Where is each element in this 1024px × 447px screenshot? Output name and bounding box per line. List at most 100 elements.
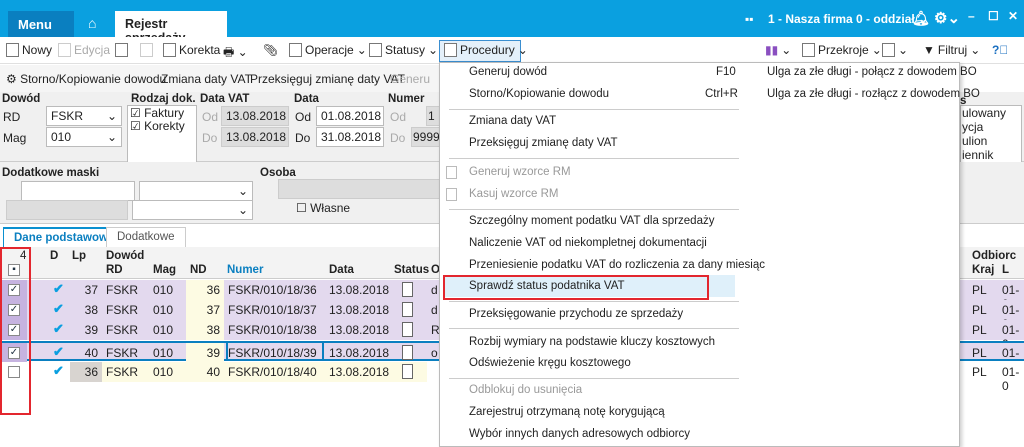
mask-input[interactable]	[21, 181, 135, 201]
repost-vat-date-button[interactable]: Przeksięguj zmianę daty VAT	[250, 72, 405, 86]
menu-item-wybo-r-innych-danych-adresowych-odbiorcy[interactable]: Wybór innych danych adresowych odbiorcy	[469, 428, 690, 440]
edit-button[interactable]: Edycja	[58, 43, 110, 57]
shortcut-label: Ctrl+R	[705, 88, 738, 100]
statuses-button[interactable]: Statusy ⌄	[369, 43, 438, 57]
new-button[interactable]: Nowy	[6, 43, 52, 57]
date-from-input[interactable]: 01.08.2018	[316, 106, 384, 126]
vat-from-input[interactable]: 13.08.2018	[221, 106, 289, 126]
cell-o: d	[431, 283, 438, 297]
col-group-recipient: Odbiorc	[972, 250, 1017, 262]
col-nd[interactable]: ND	[190, 264, 207, 276]
menu-item-zarejestruj-otrzymana-note-koryguja-ca[interactable]: Zarejestruj otrzymaną notę korygującą	[469, 406, 665, 418]
home-icon[interactable]: ⌂	[88, 15, 96, 31]
edit-icon	[58, 43, 71, 57]
col-numer[interactable]: Numer	[227, 264, 263, 276]
document-status-icon[interactable]	[402, 364, 413, 379]
document-status-icon[interactable]	[402, 345, 413, 360]
chart-button[interactable]: ▮▮ ⌄	[765, 43, 791, 57]
invoices-checkbox[interactable]: ☑ Faktury	[130, 106, 184, 120]
cell-numer: FSKR/010/18/40	[228, 365, 317, 379]
maximize-icon[interactable]: ☐	[988, 9, 999, 23]
menu-item-odblokuj-do-usunie-cia[interactable]: Odblokuj do usunięcia	[469, 384, 582, 396]
sections-button[interactable]: Przekroje ⌄	[802, 43, 882, 57]
procedures-button-content[interactable]: Procedury ⌄	[444, 43, 528, 57]
mag-select[interactable]: 010 ⌄	[46, 127, 122, 147]
document-status-icon[interactable]	[402, 282, 413, 297]
filter-label: Filtruj	[937, 43, 968, 57]
col-l[interactable]: L	[1002, 264, 1009, 276]
rd-label: RD	[3, 110, 21, 124]
company-selector[interactable]: 1 - Nasza firma 0 - oddział ⌄	[768, 12, 928, 26]
menu-item-przeksie-gowanie-przychodu-ze-sprzedaz-y[interactable]: Przeksięgowanie przychodu ze sprzedaży	[469, 308, 683, 320]
menu-item-przeksie-guj-zmiane-daty-vat[interactable]: Przeksięguj zmianę daty VAT	[469, 137, 618, 149]
menu-button[interactable]: Menu ⌄	[8, 11, 74, 47]
delete-button[interactable]	[140, 43, 153, 57]
document-status-icon[interactable]	[402, 302, 413, 317]
corrections-checkbox[interactable]: ☑ Korekty	[130, 119, 185, 133]
print-button[interactable]: 🖶 ⌄	[223, 43, 248, 64]
menu-item-ods-wiez-enie-kre-gu-kosztowego[interactable]: Odświeżenie kręgu kosztowego	[469, 357, 631, 369]
tab-sales-register[interactable]: Rejestr sprzedaży	[115, 11, 227, 45]
menu-item-szczego-lny-moment-podatku-vat-dla-sprzedaz-y[interactable]: Szczególny moment podatku VAT dla sprzed…	[469, 215, 714, 227]
menu-item-generuj-dowo-d[interactable]: Generuj dowód	[469, 66, 547, 78]
preview-button[interactable]	[115, 43, 128, 57]
menu-item-kasuj-wzorce-rm[interactable]: Kasuj wzorce RM	[469, 188, 558, 200]
vat-date-button[interactable]: Zmiana daty VAT	[161, 72, 252, 86]
generate-button[interactable]: Generu	[390, 72, 430, 86]
date-to-input[interactable]: 31.08.2018	[316, 127, 384, 147]
number-to-input[interactable]: 9999	[411, 127, 440, 147]
mask-select-2[interactable]: ⌄	[132, 200, 253, 220]
menu-item-zmiana-daty-vat[interactable]: Zmiana daty VAT	[469, 115, 556, 127]
preview-icon	[115, 43, 128, 57]
menu-item-bad-debt-unlink[interactable]: Ulga za złe długi - rozłącz z dowodem BO	[767, 88, 980, 100]
tab-additional[interactable]: Dodatkowe	[106, 227, 186, 247]
minimize-icon[interactable]: –	[968, 9, 975, 23]
col-kraj[interactable]: Kraj	[972, 264, 994, 276]
vat-to-input[interactable]: 13.08.2018	[221, 127, 289, 147]
apps-icon[interactable]: ▪▪	[745, 12, 754, 26]
document-status-icon[interactable]	[402, 322, 413, 337]
annotation-box	[443, 275, 709, 300]
status-item[interactable]: ycja	[962, 120, 1021, 134]
correction-button[interactable]: Korekta	[163, 43, 220, 57]
person-label: Osoba	[260, 167, 296, 179]
menu-item-bad-debt-link[interactable]: Ulga za złe długi - połącz z dowodem BO	[767, 66, 977, 78]
rd-select[interactable]: FSKR ⌄	[46, 106, 122, 126]
correction-label: Korekta	[179, 43, 221, 57]
menu-item-generuj-wzorce-rm[interactable]: Generuj wzorce RM	[469, 166, 571, 178]
col-lp[interactable]: Lp	[72, 250, 86, 262]
menu-item-storno-kopiowanie-dowodu[interactable]: Storno/Kopiowanie dowodu	[469, 88, 609, 100]
mask-select[interactable]: ⌄	[139, 181, 253, 201]
date-to-label: Do	[295, 131, 311, 145]
gear-icon[interactable]: ⚙⌄	[934, 9, 960, 27]
menu-item-naliczenie-vat-od-niekompletnej-dokumentacji[interactable]: Naliczenie VAT od niekompletnej dokument…	[469, 237, 707, 249]
status-item[interactable]: ulowany	[962, 106, 1021, 120]
col-mag[interactable]: Mag	[153, 264, 176, 276]
sections-icon	[802, 43, 815, 57]
col-data[interactable]: Data	[329, 264, 354, 276]
status-item[interactable]: ulion	[962, 134, 1021, 148]
operations-button[interactable]: Operacje ⌄	[289, 43, 367, 57]
menu-separator	[449, 158, 739, 159]
number-from-label: Od	[390, 110, 407, 124]
number-from-input[interactable]: 1	[426, 106, 440, 126]
storno-button[interactable]: ⚙ Storno/Kopiowanie dowodu	[6, 72, 166, 86]
cell-data: 13.08.2018	[329, 365, 390, 379]
filter-button[interactable]: ▼ Filtruj ⌄	[923, 43, 980, 57]
own-checkbox[interactable]: ☐ Własne	[296, 201, 350, 215]
focused-cell	[226, 341, 324, 361]
col-rd[interactable]: RD	[106, 264, 123, 276]
person-input[interactable]	[278, 179, 440, 199]
menu-item-rozbij-wymiary-na-podstawie-kluczy-kosztowych[interactable]: Rozbij wymiary na podstawie kluczy koszt…	[469, 336, 715, 348]
close-icon[interactable]: ✕	[1008, 9, 1018, 23]
help-button[interactable]: ?⃝	[992, 43, 1008, 57]
menu-item-przeniesienie-podatku-vat-do-rozliczenia-za-dany-miesia-c[interactable]: Przeniesienie podatku VAT do rozliczenia…	[469, 259, 765, 271]
status-filter-list[interactable]: ulowany ycja ulion iennik	[960, 105, 1022, 163]
settings-warning-button[interactable]: ⌄	[882, 43, 908, 57]
attach-button[interactable]: 📎︎	[263, 43, 278, 57]
correction-icon	[163, 43, 176, 57]
col-status[interactable]: Status	[394, 264, 429, 276]
status-item[interactable]: iennik	[962, 148, 1021, 162]
col-d[interactable]: D	[50, 250, 58, 262]
bell-icon[interactable]: 🔔︎	[912, 10, 930, 27]
